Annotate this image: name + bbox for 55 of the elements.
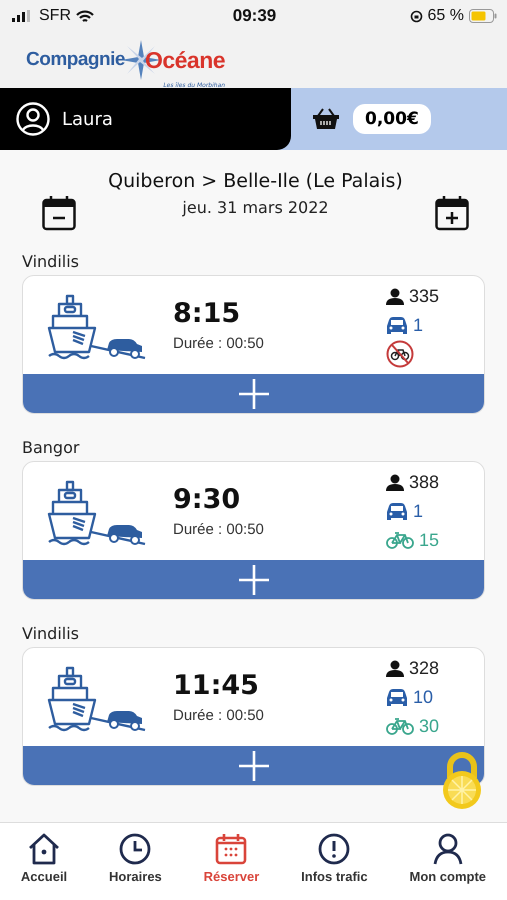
trip-duration: Durée : 00:50 xyxy=(173,707,265,724)
vessel-name: Bangor xyxy=(22,438,80,457)
rotation-lock-icon xyxy=(410,10,423,22)
car-icon xyxy=(386,316,408,334)
alert-icon xyxy=(318,833,350,865)
basket-icon[interactable] xyxy=(313,108,339,130)
nav-tab[interactable]: Mon compte xyxy=(409,833,486,884)
battery-percent: 65 % xyxy=(428,7,464,25)
passenger-count: 328 xyxy=(409,658,440,678)
carrier-name: SFR xyxy=(39,7,71,25)
nav-tab[interactable]: Accueil xyxy=(20,833,68,884)
calendar-plus-icon xyxy=(435,195,469,231)
nav-tab[interactable]: Réserver xyxy=(204,833,260,884)
person-icon xyxy=(432,833,463,865)
battery-icon xyxy=(468,9,497,23)
car-count: 1 xyxy=(413,314,424,336)
user-avatar-icon xyxy=(16,102,50,136)
add-sailing-button[interactable] xyxy=(23,746,484,785)
car-count: 10 xyxy=(413,686,434,708)
clock-icon xyxy=(119,833,152,865)
plus-icon xyxy=(238,750,270,782)
route-title: Quiberon > Belle-Ile (Le Palais) xyxy=(108,170,403,192)
calendar-icon xyxy=(215,833,248,865)
clock-time: 09:39 xyxy=(232,6,276,26)
person-icon xyxy=(386,474,404,490)
padlock-icon[interactable] xyxy=(440,752,484,810)
passenger-count: 388 xyxy=(409,472,440,492)
departure-time: 9:30 xyxy=(173,484,242,515)
trip-duration: Durée : 00:50 xyxy=(173,335,265,352)
person-icon xyxy=(386,660,404,676)
logo-text: Compagnie xyxy=(26,49,125,71)
calendar-minus-icon xyxy=(42,195,76,231)
person-icon xyxy=(386,288,404,304)
account-bar[interactable]: Laura xyxy=(0,88,291,150)
bicycle-count: 15 xyxy=(419,530,440,550)
trip-duration: Durée : 00:50 xyxy=(173,521,265,538)
passenger-count: 335 xyxy=(409,286,440,306)
car-icon xyxy=(386,688,408,706)
car-icon xyxy=(386,502,408,520)
travel-date: jeu. 31 mars 2022 xyxy=(182,198,329,217)
logo-text: Océane xyxy=(144,46,226,74)
home-icon xyxy=(27,833,62,865)
user-name: Laura xyxy=(62,108,113,130)
nav-tab[interactable]: Horaires xyxy=(109,833,162,884)
basket-total: 0,00€ xyxy=(353,104,431,134)
vessel-name: Vindilis xyxy=(22,252,80,271)
nav-tab[interactable]: Infos trafic xyxy=(301,833,368,884)
wifi-icon xyxy=(76,10,94,22)
plus-icon xyxy=(238,378,270,410)
vessel-name: Vindilis xyxy=(22,624,80,643)
departure-time: 11:45 xyxy=(173,670,260,701)
departure-time: 8:15 xyxy=(173,298,242,329)
car-count: 1 xyxy=(413,500,424,522)
plus-icon xyxy=(238,564,270,596)
bicycle-count: 30 xyxy=(419,716,440,736)
